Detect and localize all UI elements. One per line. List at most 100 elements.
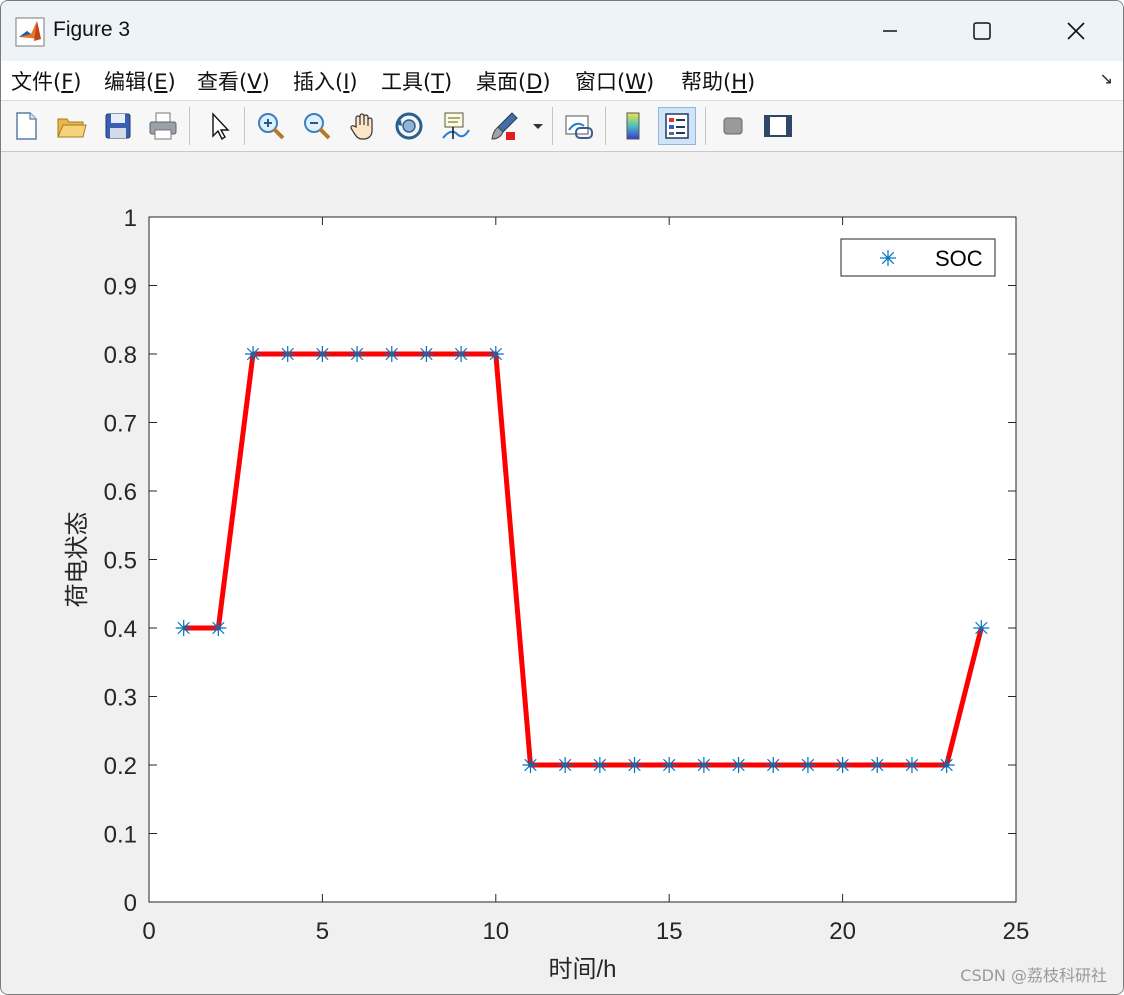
- x-tick-label: 25: [1003, 918, 1030, 945]
- soc-data-point: [799, 757, 816, 773]
- soc-data-point: [245, 346, 262, 362]
- soc-data-point: [453, 346, 470, 362]
- y-axis-label: 荷电状态: [64, 512, 91, 608]
- soc-data-point: [557, 757, 574, 773]
- matlab-logo-icon: [15, 17, 45, 47]
- link-plot-button[interactable]: [559, 107, 597, 145]
- menu-tools[interactable]: 工具(T): [381, 66, 452, 96]
- soc-data-point: [522, 757, 539, 773]
- y-tick-label: 0.4: [104, 616, 137, 643]
- y-tick-label: 0.7: [104, 411, 137, 438]
- new-figure-icon: [16, 112, 37, 140]
- zoom-in-icon: [258, 113, 285, 140]
- colorbar-icon: [626, 112, 640, 140]
- soc-data-point: [730, 757, 747, 773]
- print-icon: [149, 112, 177, 140]
- soc-data-point: [210, 620, 227, 636]
- brush-dropdown-button[interactable]: [527, 107, 549, 145]
- new-figure-button[interactable]: [7, 107, 45, 145]
- toolbar-separator: [705, 107, 706, 145]
- menu-file[interactable]: 文件(F): [11, 66, 82, 96]
- menu-help[interactable]: 帮助(H): [681, 66, 755, 96]
- y-tick-label: 0.8: [104, 342, 137, 369]
- legend-label: SOC: [935, 246, 983, 271]
- legend-icon: [665, 113, 689, 139]
- close-icon: [1067, 22, 1085, 40]
- select-pointer-button[interactable]: [200, 107, 238, 145]
- toolbar-separator: [189, 107, 190, 145]
- close-button[interactable]: [1053, 9, 1099, 53]
- y-tick-label: 0: [124, 890, 137, 917]
- toolbar-separator: [244, 107, 245, 145]
- figure-window: Figure 3 文件(F) 编辑(E) 查看(V) 插入(I) 工具(T) 桌…: [0, 0, 1124, 995]
- soc-data-point: [418, 346, 435, 362]
- brush-icon: [491, 112, 518, 140]
- soc-data-point: [487, 346, 504, 362]
- save-button[interactable]: [99, 107, 137, 145]
- menu-desktop[interactable]: 桌面(D): [476, 66, 551, 96]
- soc-data-point: [175, 620, 192, 636]
- y-tick-label: 0.6: [104, 479, 137, 506]
- pan-hand-icon: [350, 113, 373, 140]
- title-bar[interactable]: Figure 3: [1, 1, 1123, 61]
- menu-window[interactable]: 窗口(W): [575, 66, 654, 96]
- zoom-in-button[interactable]: [252, 107, 290, 145]
- menu-edit[interactable]: 编辑(E): [104, 66, 176, 96]
- hide-plot-tools-button[interactable]: [714, 107, 752, 145]
- soc-chart: 0 5 10 15 20 25 0 0.1 0.2 0.3 0.4 0.5 0.6 0.7 0.8 0.9 1 时…: [64, 205, 1030, 983]
- figure-toolbar: [1, 101, 1123, 152]
- y-tick-label: 0.3: [104, 685, 137, 712]
- minimize-button[interactable]: [867, 9, 913, 53]
- data-cursor-button[interactable]: [436, 107, 474, 145]
- dock-arrow-icon[interactable]: ↘: [1100, 69, 1113, 88]
- hide-plot-tools-icon: [723, 117, 743, 135]
- y-tick-label: 0.2: [104, 753, 137, 780]
- minimize-icon: [883, 30, 897, 32]
- legend: SOC: [840, 238, 996, 277]
- link-plot-icon: [565, 115, 593, 139]
- soc-data-point: [869, 757, 886, 773]
- toolbar-separator: [552, 107, 553, 145]
- maximize-icon: [973, 22, 991, 40]
- print-button[interactable]: [144, 107, 182, 145]
- pan-button[interactable]: [344, 107, 382, 145]
- x-tick-label: 20: [829, 918, 856, 945]
- soc-data-point: [314, 346, 331, 362]
- y-tick-label: 0.9: [104, 274, 137, 301]
- window-title: Figure 3: [53, 18, 131, 41]
- soc-data-point: [973, 620, 990, 636]
- x-axis-label: 时间/h: [548, 956, 616, 983]
- x-tick-label: 0: [142, 918, 155, 945]
- show-plot-tools-button[interactable]: [759, 107, 797, 145]
- soc-data-point: [834, 757, 851, 773]
- colorbar-button[interactable]: [614, 107, 652, 145]
- soc-data-point: [349, 346, 366, 362]
- menu-insert[interactable]: 插入(I): [293, 66, 358, 96]
- rotate-3d-button[interactable]: [390, 107, 428, 145]
- legend-button[interactable]: [658, 107, 696, 145]
- soc-data-point: [765, 757, 782, 773]
- soc-data-point: [695, 757, 712, 773]
- open-file-icon: [57, 118, 87, 138]
- y-tick-label: 0.1: [104, 822, 137, 849]
- show-plot-tools-icon: [764, 115, 792, 137]
- menu-bar: 文件(F) 编辑(E) 查看(V) 插入(I) 工具(T) 桌面(D) 窗口(W…: [1, 61, 1123, 101]
- y-tick-label: 0.5: [104, 548, 137, 575]
- zoom-out-button[interactable]: [298, 107, 336, 145]
- soc-data-point: [591, 757, 608, 773]
- open-file-button[interactable]: [52, 107, 90, 145]
- x-tick-label: 15: [656, 918, 683, 945]
- legend-marker: [880, 250, 896, 266]
- soc-data-point: [626, 757, 643, 773]
- brush-dropdown-icon: [533, 124, 543, 129]
- plot-area: [149, 217, 1016, 902]
- x-tick-label: 10: [482, 918, 509, 945]
- menu-view[interactable]: 查看(V): [197, 66, 270, 96]
- x-tick-label: 5: [316, 918, 329, 945]
- soc-data-point: [938, 757, 955, 773]
- y-tick-label: 1: [124, 205, 137, 232]
- zoom-out-icon: [304, 113, 331, 140]
- soc-data-point: [661, 757, 678, 773]
- brush-button[interactable]: [485, 107, 523, 145]
- maximize-button[interactable]: [959, 9, 1005, 53]
